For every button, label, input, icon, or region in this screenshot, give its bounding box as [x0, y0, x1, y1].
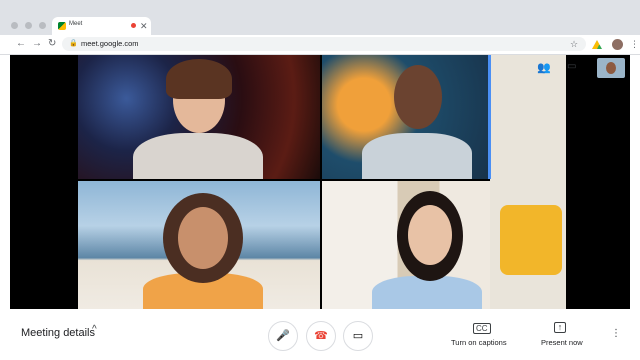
captions-button-label[interactable]: Turn on captions	[451, 338, 507, 347]
self-face	[606, 62, 616, 74]
camera-button[interactable]: ▭	[343, 321, 373, 351]
participant-tile-2[interactable]	[322, 55, 490, 179]
forward-icon[interactable]: →	[32, 37, 42, 51]
window-minimize-dot[interactable]	[25, 22, 32, 29]
back-icon[interactable]: ←	[16, 37, 26, 51]
participant-tile-1[interactable]	[78, 55, 320, 179]
camera-icon: ▭	[352, 330, 364, 342]
lock-icon: 🔒	[69, 40, 78, 47]
bookmark-star-icon[interactable]: ☆	[570, 37, 578, 51]
present-button-label[interactable]: Present now	[541, 338, 583, 347]
more-options-icon[interactable]: ⋮	[611, 328, 621, 339]
participant-face	[408, 205, 452, 265]
address-bar[interactable]: 🔒 meet.google.com ☆	[62, 37, 586, 51]
microphone-icon: 🎤	[276, 330, 290, 342]
captions-icon[interactable]: CC	[473, 323, 491, 334]
browser-menu-icon[interactable]: ⋮	[630, 37, 639, 51]
meeting-details-button[interactable]: Meeting details	[21, 327, 95, 339]
participant-hair	[166, 59, 232, 99]
window-close-dot[interactable]	[11, 22, 18, 29]
present-icon[interactable]: ↑	[554, 322, 566, 333]
participant-body	[372, 276, 482, 309]
reload-icon[interactable]: ↻	[48, 37, 56, 51]
tab-title: Meet	[69, 21, 83, 27]
active-speaker-outline	[488, 55, 491, 179]
video-stage: 👥 ▭	[10, 55, 630, 309]
participant-face	[394, 65, 442, 129]
participant-face	[178, 207, 228, 269]
participants-icon[interactable]: 👥	[537, 61, 551, 74]
hang-up-button[interactable]: ☎	[306, 321, 336, 351]
extension-icon[interactable]	[592, 40, 602, 49]
participant-body	[362, 133, 472, 179]
browser-tab[interactable]: Meet ✕	[52, 17, 151, 35]
browser-tab-strip: Meet ✕	[0, 0, 640, 35]
participant-body	[133, 133, 263, 179]
participant-tile-4[interactable]	[322, 181, 490, 309]
meet-favicon-icon	[58, 22, 66, 30]
hang-up-icon: ☎	[314, 330, 328, 342]
chat-icon[interactable]: ▭	[567, 61, 576, 72]
controls-bar: Meeting details ^ 🎤 ☎ ▭ CC Turn on capti…	[0, 309, 640, 360]
window-maximize-dot[interactable]	[39, 22, 46, 29]
url-text: meet.google.com	[81, 39, 139, 48]
browser-toolbar: ← → ↻ 🔒 meet.google.com ☆ ⋮	[0, 35, 640, 55]
recording-indicator-icon	[131, 23, 136, 28]
yellow-chair	[500, 205, 562, 275]
tab-close-icon[interactable]: ✕	[140, 18, 148, 34]
self-view-tile[interactable]	[597, 58, 625, 78]
participant-tile-3[interactable]	[78, 181, 320, 309]
microphone-button[interactable]: 🎤	[268, 321, 298, 351]
chevron-up-icon[interactable]: ^	[92, 324, 97, 335]
profile-avatar[interactable]	[612, 39, 623, 50]
